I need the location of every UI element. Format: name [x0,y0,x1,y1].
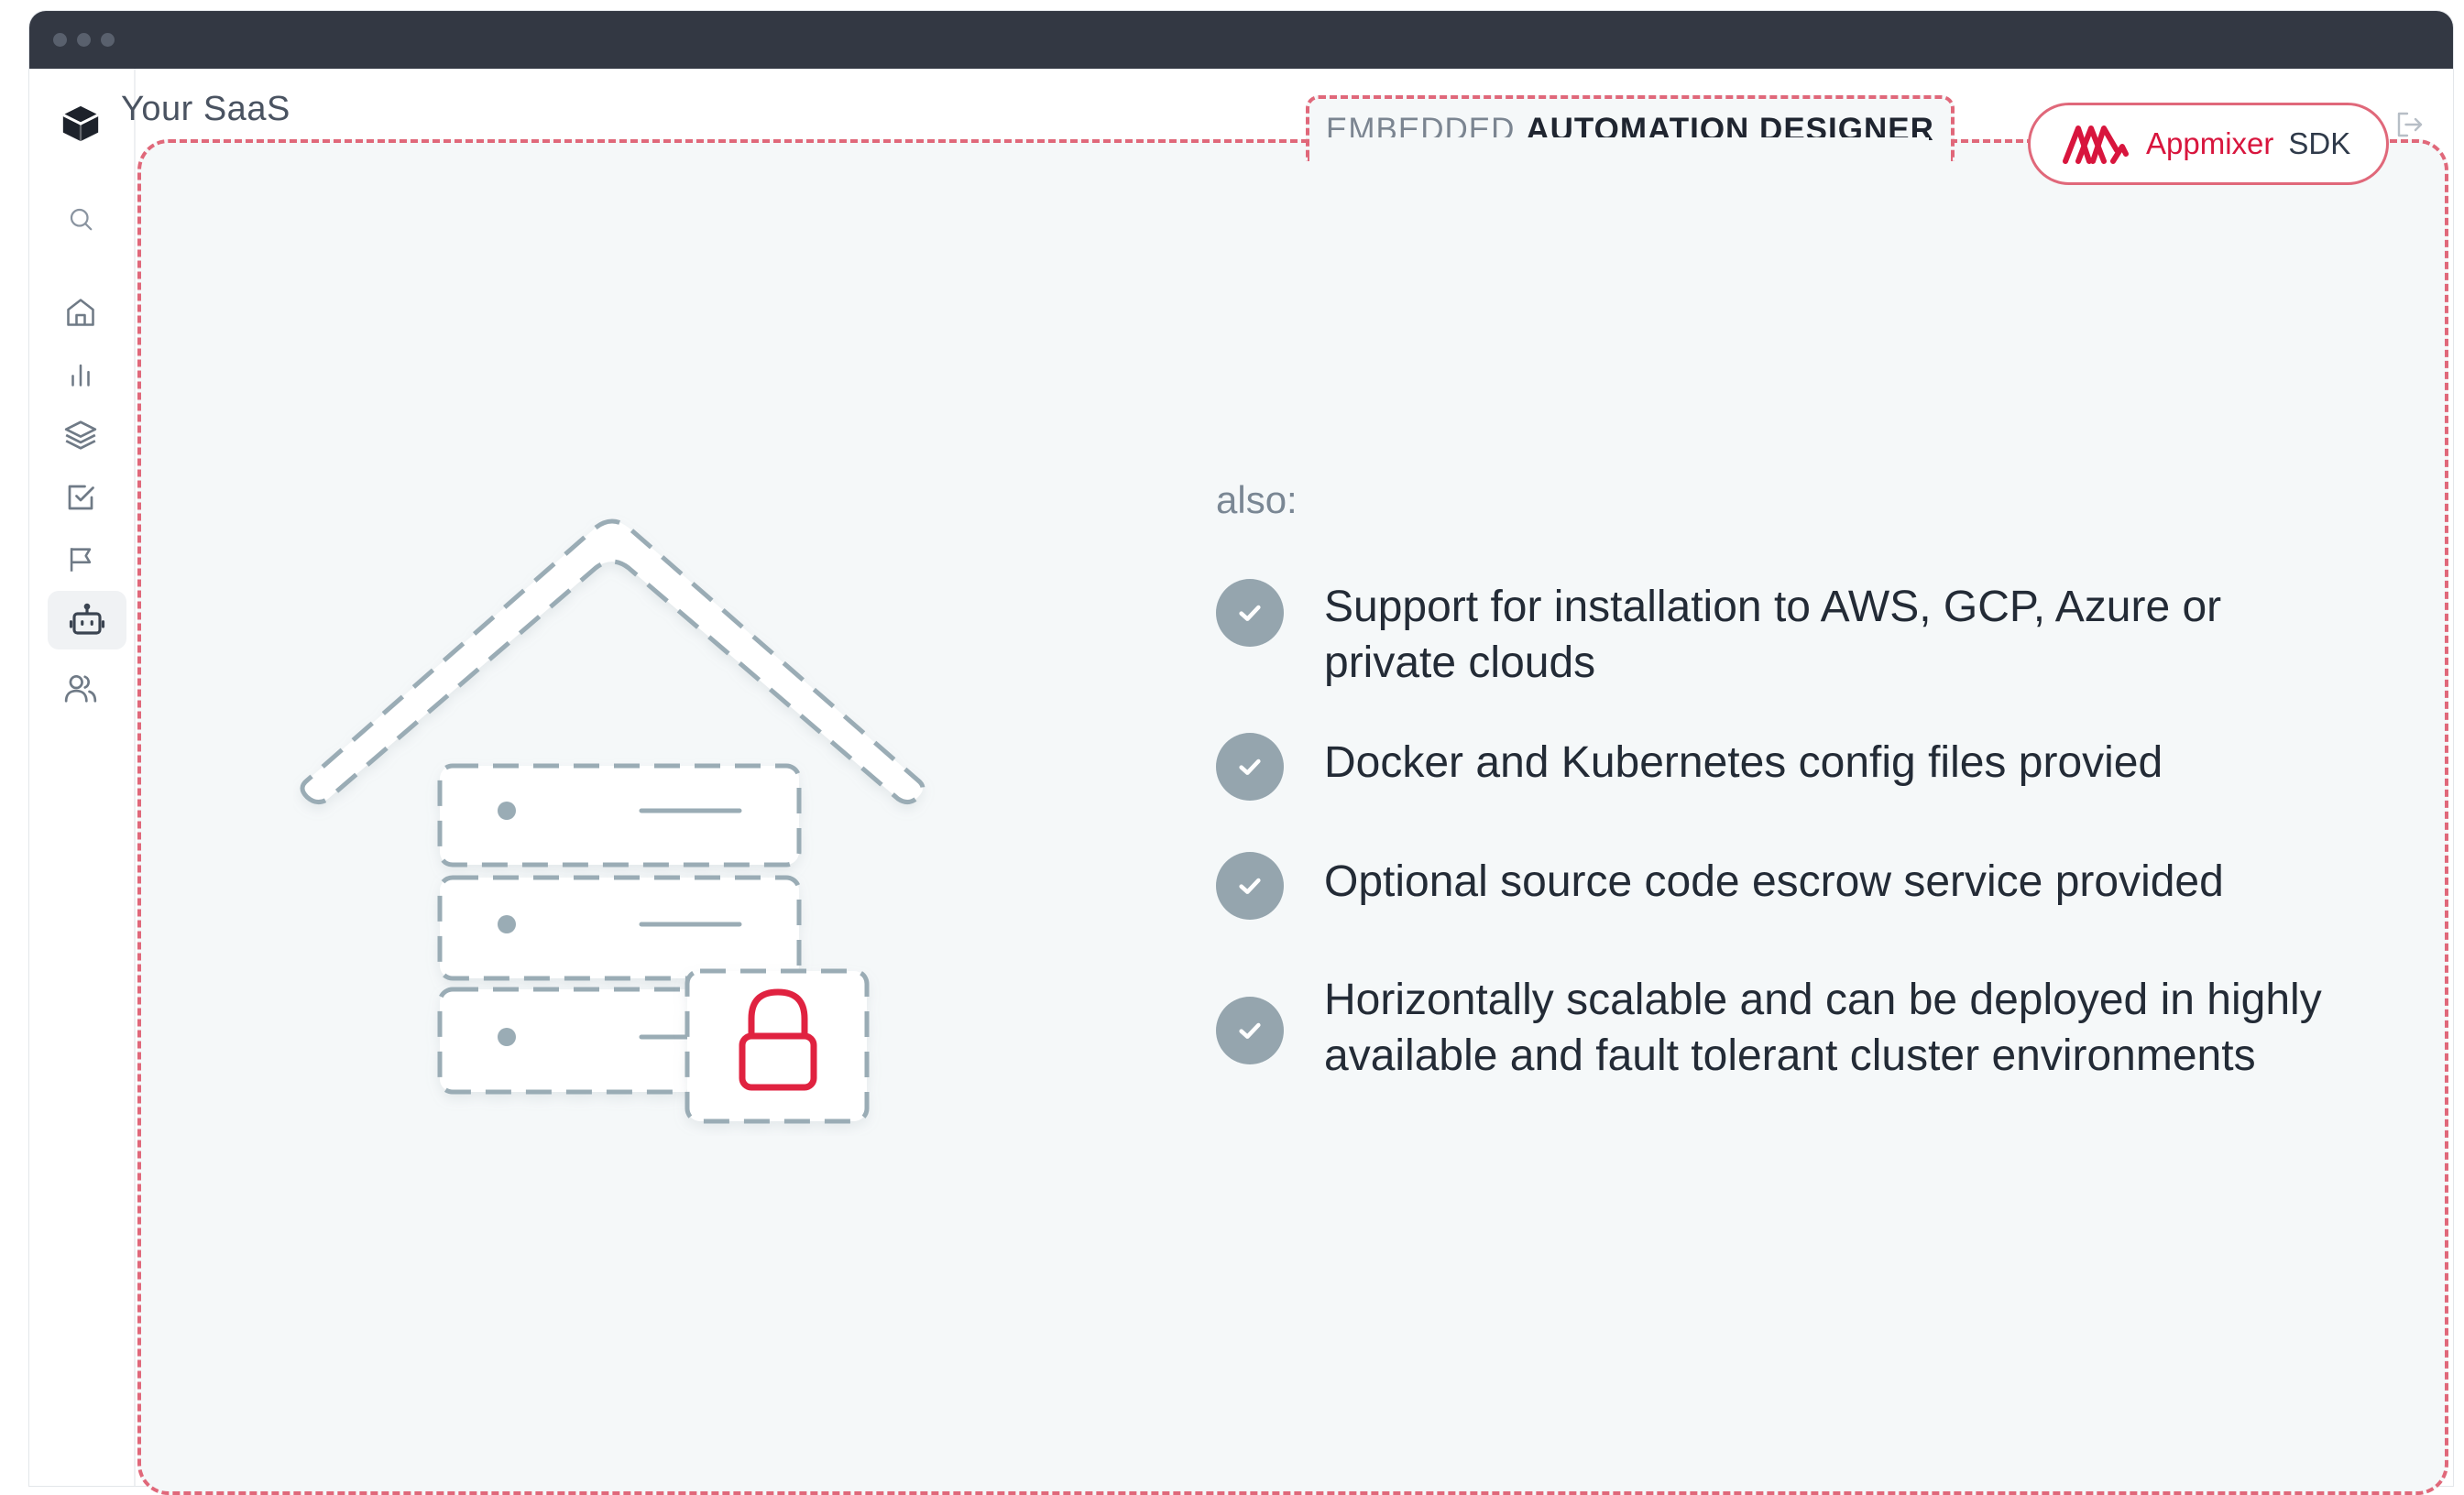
sdk-label: SDK [2288,126,2351,160]
check-circle-icon [1216,997,1284,1064]
layers-icon[interactable] [59,413,103,457]
secure-server-house-illustration [300,518,925,1124]
bar-chart-icon[interactable] [59,353,103,397]
feature-item: Optional source code escrow service prov… [1216,852,2224,920]
check-circle-icon [1216,579,1284,647]
feature-text-line: Optional source code escrow service prov… [1324,857,2224,906]
server-unit-top [437,763,802,868]
feature-text-line: Support for installation to AWS, GCP, Az… [1324,583,2222,631]
sidebar [29,69,136,1486]
flag-icon[interactable] [59,538,103,582]
tab-border-cover [1309,137,1929,147]
check-circle-icon [1216,733,1284,801]
robot-icon[interactable] [48,591,126,649]
search-icon[interactable] [59,197,103,241]
feature-text-line: private clouds [1324,638,1596,687]
features-intro: also: [1216,478,1298,521]
home-icon[interactable] [59,290,103,334]
feature-item: Support for installation to AWS, GCP, Az… [1216,579,2221,691]
checkbox-icon[interactable] [59,475,103,519]
appmixer-sdk-badge[interactable]: Appmixer SDK [2028,103,2389,185]
logout-icon[interactable] [2393,108,2426,141]
feature-text-line: available and fault tolerant cluster env… [1324,1031,2256,1080]
window-control-dot[interactable] [77,33,91,47]
cube-logo-icon[interactable] [59,102,103,146]
window-titlebar [29,11,2453,69]
sdk-brand-name: Appmixer [2146,126,2274,160]
users-icon[interactable] [59,666,103,710]
appmixer-logo-icon [2063,125,2129,164]
server-unit-middle [437,875,802,981]
window-control-dot[interactable] [53,33,67,47]
feature-text: Docker and Kubernetes config files provi… [1324,735,2163,791]
feature-text: Horizontally scalable and can be deploye… [1324,972,2322,1084]
padlock-icon [684,968,870,1124]
feature-text-line: Horizontally scalable and can be deploye… [1324,976,2322,1024]
window-control-dot[interactable] [101,33,115,47]
roof-icon [300,518,925,804]
feature-text: Optional source code escrow service prov… [1324,854,2224,910]
designer-tab[interactable]: EMBEDDED AUTOMATION DESIGNER [1306,95,1955,161]
feature-text-line: Docker and Kubernetes config files provi… [1324,738,2163,787]
check-circle-icon [1216,852,1284,920]
feature-item: Horizontally scalable and can be deploye… [1216,976,2322,1084]
feature-text: Support for installation to AWS, GCP, Az… [1324,579,2221,691]
feature-item: Docker and Kubernetes config files provi… [1216,733,2163,801]
app-title: Your SaaS [121,90,290,128]
